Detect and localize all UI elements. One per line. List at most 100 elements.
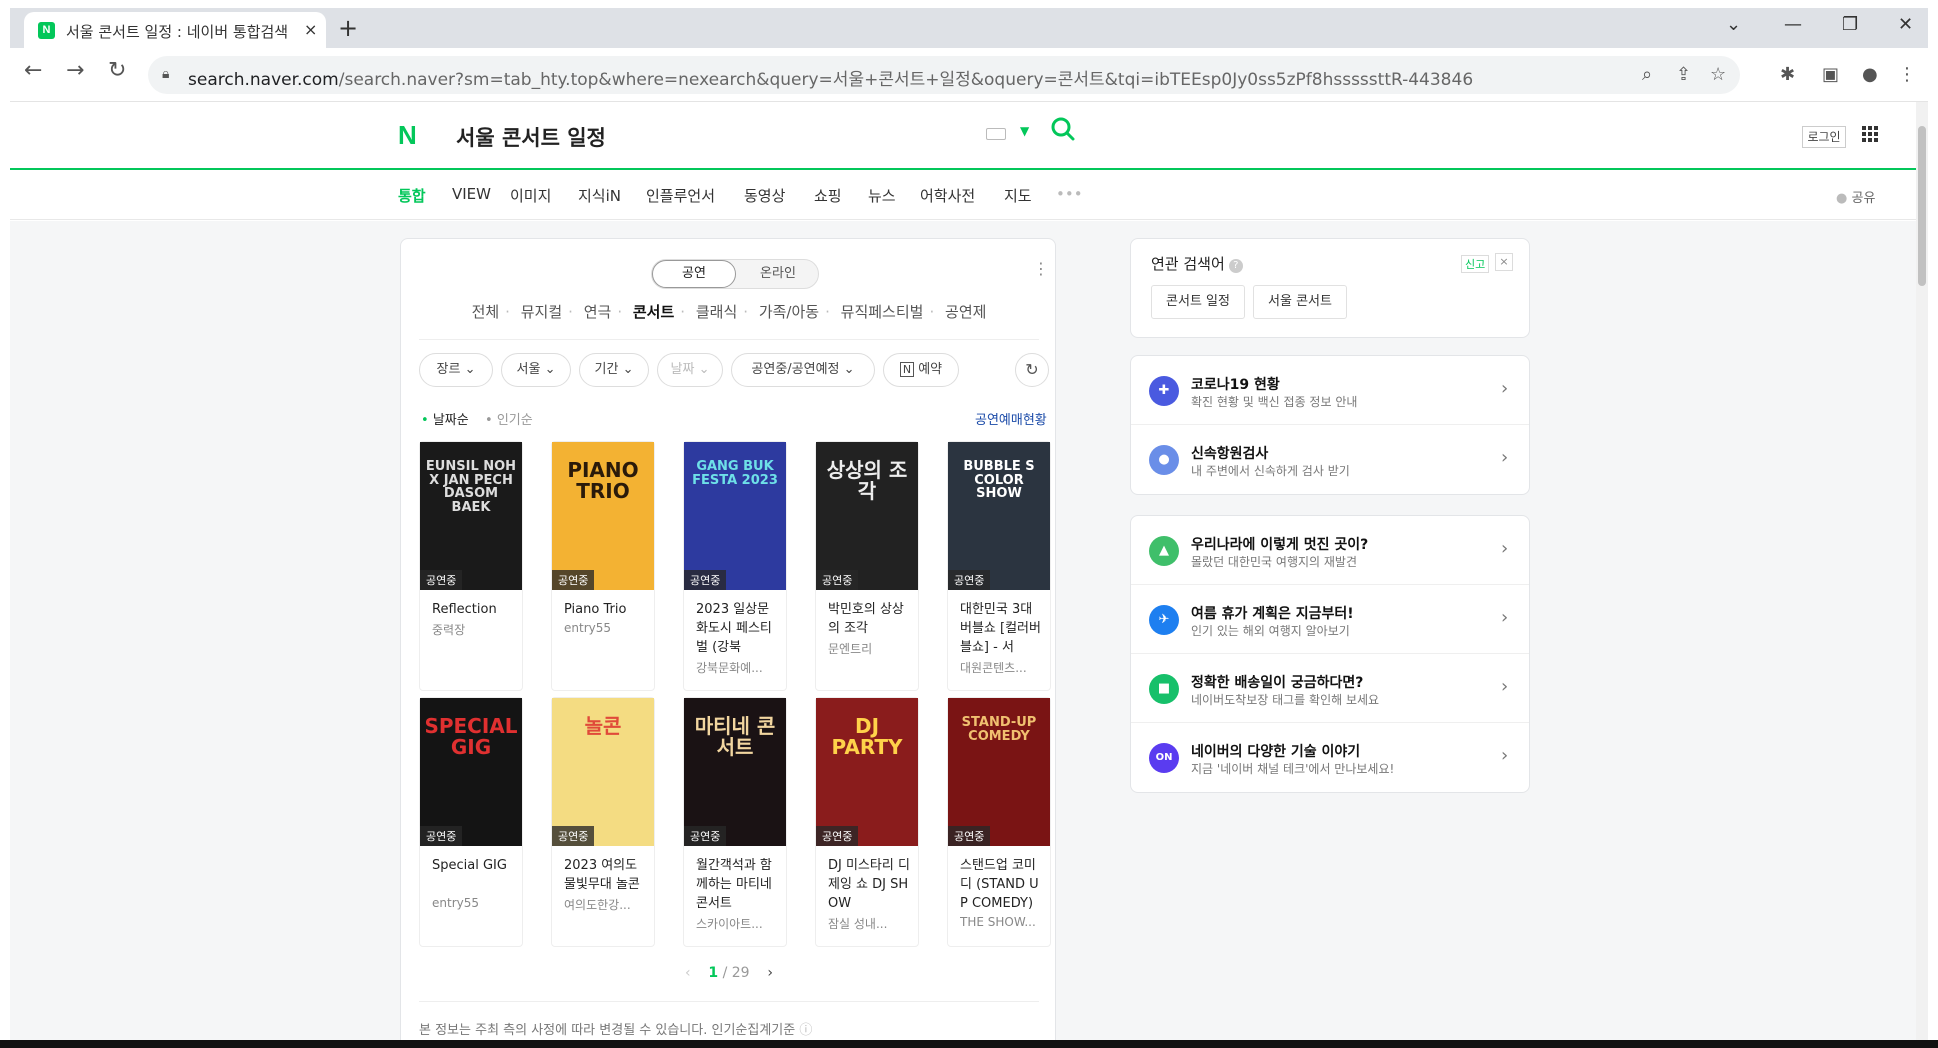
performance-item[interactable]: STAND-UP COMEDY 공연중스탠드업 코미디 (STAND UP COM… — [947, 697, 1051, 947]
performance-item[interactable]: 상상의 조각 공연중 박민호의 상상의 조각 문엔트리 — [815, 441, 919, 691]
back-icon[interactable]: ← — [24, 58, 42, 83]
keyboard-icon[interactable] — [986, 128, 1006, 140]
scrollbar-thumb[interactable] — [1918, 126, 1926, 286]
tab-integrated[interactable]: 통합 — [398, 185, 426, 206]
performance-poster[interactable]: STAND-UP COMEDY 공연중 — [948, 698, 1050, 846]
tab-close-icon[interactable]: × — [304, 20, 317, 39]
category-music-festival[interactable]: 뮤직페스티벌 — [841, 303, 924, 321]
reload-icon[interactable]: ↻ — [108, 58, 126, 83]
search-icon[interactable] — [1050, 116, 1076, 142]
report-button[interactable]: 신고 — [1461, 255, 1490, 273]
segment-online[interactable]: 온라인 — [736, 260, 820, 288]
performance-poster[interactable]: SPECIAL GIG 공연중 — [420, 698, 522, 846]
menu-icon[interactable]: ⋮ — [1898, 64, 1916, 85]
performance-poster[interactable]: 놀콘 공연중 — [552, 698, 654, 846]
performance-title[interactable]: 월간객석과 함께하는 마티네콘서트 — [696, 856, 780, 913]
sort-by-popularity[interactable]: • 인기순 — [485, 409, 533, 428]
performance-poster[interactable]: 상상의 조각 공연중 — [816, 442, 918, 590]
performance-title[interactable]: 2023 여의도 물빛무대 놀콘 — [564, 856, 648, 894]
performance-title[interactable]: 대한민국 3대 버블쇼 [컬러버블쇼] - 서 — [960, 600, 1044, 657]
info-row-vacation[interactable]: ✈ 여름 휴가 계획은 지금부터! 인기 있는 해외 여행지 알아보기 › — [1131, 585, 1529, 654]
performance-title[interactable]: DJ 미스타리 디제잉 쇼 DJ SHOW — [828, 856, 912, 913]
related-close-icon[interactable]: × — [1495, 253, 1513, 271]
filter-period[interactable]: 기간 ⌄ — [579, 353, 649, 387]
filter-genre[interactable]: 장르 ⌄ — [419, 353, 493, 387]
filter-region[interactable]: 서울 ⌄ — [501, 353, 571, 387]
performance-item[interactable]: SPECIAL GIG 공연중 Special GIG entry55 — [419, 697, 523, 947]
filter-status[interactable]: 공연중/공연예정 ⌄ — [731, 353, 875, 387]
performance-title[interactable]: 박민호의 상상의 조각 — [828, 600, 912, 638]
tab-search-icon[interactable]: ⌄ — [1726, 14, 1741, 35]
category-family[interactable]: 가족/아동 — [759, 303, 819, 321]
side-panel-icon[interactable]: ▣ — [1822, 64, 1839, 85]
category-concert[interactable]: 콘서트 — [633, 303, 674, 321]
extensions-icon[interactable]: ✱ — [1780, 64, 1795, 85]
related-chip[interactable]: 콘서트 일정 — [1151, 285, 1245, 319]
share-icon[interactable]: ⇪ — [1676, 64, 1691, 85]
prev-page-icon[interactable]: ‹ — [685, 965, 691, 981]
url-field[interactable]: 🔒︎ search.naver.com/search.naver?sm=tab_… — [148, 56, 1740, 94]
info-row-delivery[interactable]: ■ 정확한 배송일이 궁금하다면? 네이버도착보장 태그를 확인해 보세요 › — [1131, 654, 1529, 723]
next-page-icon[interactable]: › — [767, 965, 773, 981]
performance-title[interactable]: Special GIG — [432, 856, 516, 875]
performance-poster[interactable]: GANG BUK FESTA 2023 공연중 — [684, 442, 786, 590]
segment-performance[interactable]: 공연 — [652, 260, 736, 288]
category-play[interactable]: 연극 — [584, 303, 612, 321]
more-tabs-button[interactable]: ••• — [1056, 185, 1083, 203]
apps-grid-icon[interactable] — [1862, 126, 1878, 142]
tab-view[interactable]: VIEW — [452, 185, 491, 203]
performance-item[interactable]: GANG BUK FESTA 2023 공연중 2023 일상문화도시 페스티벌 (… — [683, 441, 787, 691]
tab-influencer[interactable]: 인플루언서 — [646, 185, 715, 206]
tab-video[interactable]: 동영상 — [744, 185, 785, 206]
performance-poster[interactable]: EUNSIL NOH X JAN PECH DASOM BAEK 공연중 — [420, 442, 522, 590]
tab-news[interactable]: 뉴스 — [868, 185, 896, 206]
info-row-tech[interactable]: ON 네이버의 다양한 기술 이야기 지금 '네이버 채널 테크'에서 만나보세… — [1131, 723, 1529, 792]
bookmark-star-icon[interactable]: ☆ — [1710, 64, 1726, 85]
minimize-icon[interactable]: — — [1784, 14, 1802, 35]
performance-poster[interactable]: PIANO TRIO 공연중 — [552, 442, 654, 590]
performance-item[interactable]: DJ PARTY 공연중 DJ 미스타리 디제잉 쇼 DJ SHOW 잠실 성내... — [815, 697, 919, 947]
category-festival[interactable]: 공연제 — [945, 303, 986, 321]
sort-by-date[interactable]: • 날짜순 — [421, 409, 469, 428]
performance-item[interactable]: BUBBLE S COLOR SHOW 공연중대한민국 3대 버블쇼 [컬러버블쇼… — [947, 441, 1051, 691]
performance-title[interactable]: Reflection — [432, 600, 516, 619]
more-options-icon[interactable]: ⋮ — [1033, 259, 1049, 278]
info-row-antigen[interactable]: ● 신속항원검사 내 주변에서 신속하게 검사 받기 › — [1131, 425, 1529, 494]
new-tab-button[interactable]: + — [338, 14, 358, 42]
performance-poster[interactable]: 마티네 콘서트 공연중 — [684, 698, 786, 846]
restore-icon[interactable]: ❐ — [1842, 14, 1858, 35]
presale-status-link[interactable]: 공연예매현황 — [975, 409, 1047, 428]
performance-title[interactable]: Piano Trio — [564, 600, 648, 619]
scrollbar[interactable] — [1916, 102, 1928, 1040]
performance-item[interactable]: 마티네 콘서트 공연중 월간객석과 함께하는 마티네콘서트 스카이아트... — [683, 697, 787, 947]
category-musical[interactable]: 뮤지컬 — [521, 303, 562, 321]
filter-date[interactable]: 날짜 ⌄ — [657, 353, 723, 387]
performance-item[interactable]: EUNSIL NOH X JAN PECH DASOM BAEK 공연중 Refle… — [419, 441, 523, 691]
performance-item[interactable]: 놀콘 공연중 2023 여의도 물빛무대 놀콘 여의도한강... — [551, 697, 655, 947]
profile-icon[interactable]: ● — [1862, 64, 1878, 85]
refresh-icon[interactable]: ↻ — [1015, 353, 1049, 387]
naver-logo[interactable]: N — [398, 120, 417, 151]
performance-poster[interactable]: BUBBLE S COLOR SHOW 공연중 — [948, 442, 1050, 590]
help-icon[interactable]: ? — [1228, 259, 1243, 273]
performance-title[interactable]: 2023 일상문화도시 페스티벌 (강북 — [696, 600, 780, 657]
performance-item[interactable]: PIANO TRIO 공연중 Piano Trio entry55 — [551, 441, 655, 691]
login-button[interactable]: 로그인 — [1802, 126, 1846, 148]
tab-shopping[interactable]: 쇼핑 — [814, 185, 842, 206]
close-window-icon[interactable]: ✕ — [1898, 14, 1913, 35]
browser-tab[interactable]: N 서울 콘서트 일정 : 네이버 통합검색 × — [24, 12, 326, 48]
tab-dictionary[interactable]: 어학사전 — [920, 185, 975, 206]
related-chip[interactable]: 서울 콘서트 — [1253, 285, 1347, 319]
performance-title[interactable]: 스탠드업 코미디 (STAND UP COMEDY) — [960, 856, 1044, 913]
info-row-travel[interactable]: ▲ 우리나라에 이렇게 멋진 곳이? 몰랐던 대한민국 여행지의 재발견 › — [1131, 516, 1529, 585]
category-classic[interactable]: 클래식 — [696, 303, 737, 321]
zoom-icon[interactable]: ⌕ — [1642, 64, 1652, 85]
info-row-covid[interactable]: ✚ 코로나19 현황 확진 현황 및 백신 접종 정보 안내 › — [1131, 356, 1529, 425]
search-query-input[interactable]: 서울 콘서트 일정 — [456, 122, 606, 152]
share-button[interactable]: ● 공유 — [1836, 187, 1875, 206]
tab-kin[interactable]: 지식iN — [578, 185, 621, 206]
tab-map[interactable]: 지도 — [1004, 185, 1032, 206]
keyboard-dropdown-icon[interactable]: ▼ — [1020, 124, 1029, 138]
category-all[interactable]: 전체 — [472, 303, 500, 321]
filter-reservation[interactable]: N 예약 — [883, 353, 959, 387]
